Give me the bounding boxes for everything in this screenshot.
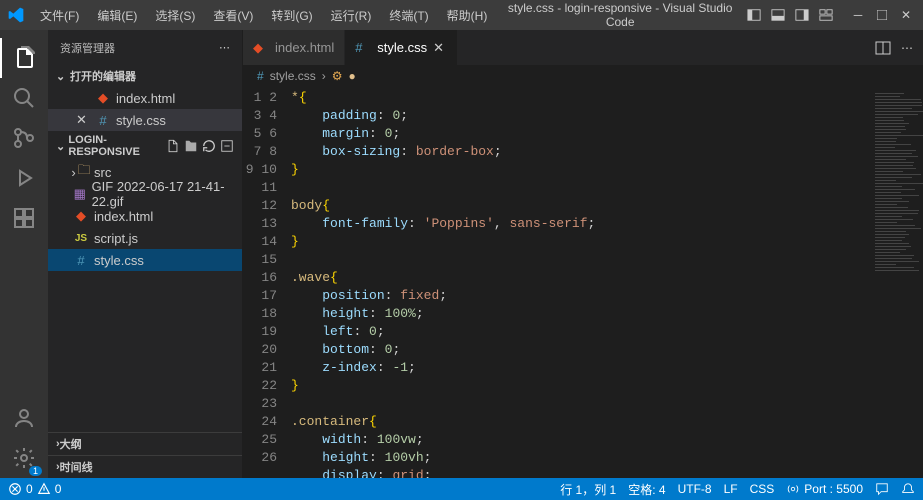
close-icon[interactable]: ✕ xyxy=(433,40,447,56)
collapse-icon[interactable] xyxy=(220,139,234,153)
more-icon[interactable]: ⋯ xyxy=(901,41,913,55)
tab-label: style.css xyxy=(377,40,427,55)
line-numbers: 1 2 3 4 5 6 7 8 9 10 11 12 13 14 15 16 1… xyxy=(243,87,291,478)
file-tree-item[interactable]: ▦GIF 2022-06-17 21-41-22.gif xyxy=(48,183,242,205)
file-name: style.css xyxy=(116,113,166,128)
chevron-down-icon: ⌄ xyxy=(56,70,70,83)
file-icon: ◆ xyxy=(72,208,90,224)
panel-left-icon[interactable] xyxy=(745,6,763,24)
file-icon: ◆ xyxy=(253,40,269,56)
file-icon: ▦ xyxy=(72,186,88,202)
file-icon: # xyxy=(72,253,90,268)
file-name: GIF 2022-06-17 21-41-22.gif xyxy=(92,179,234,209)
open-editor-item[interactable]: ✕# style.css xyxy=(48,109,242,131)
new-folder-icon[interactable] xyxy=(184,139,198,153)
window-title: style.css - login-responsive - Visual St… xyxy=(495,1,745,29)
more-icon[interactable]: ⋯ xyxy=(219,41,230,54)
file-icon: JS xyxy=(72,233,90,244)
activity-bar: 1 xyxy=(0,30,48,478)
menu-item[interactable]: 运行(R) xyxy=(323,3,380,28)
main-menu: 文件(F)编辑(E)选择(S)查看(V)转到(G)运行(R)终端(T)帮助(H) xyxy=(32,3,495,28)
close-icon[interactable]: ✕ xyxy=(76,112,92,128)
debug-icon[interactable] xyxy=(0,158,48,198)
file-name: style.css xyxy=(94,253,144,268)
breadcrumb[interactable]: # style.css › ⚙ ● xyxy=(243,65,923,87)
language-mode[interactable]: CSS xyxy=(750,482,775,496)
errors-item[interactable]: 0 0 xyxy=(8,482,61,496)
sidebar-header: 资源管理器 ⋯ xyxy=(48,30,242,65)
eol[interactable]: LF xyxy=(724,482,738,496)
menu-item[interactable]: 文件(F) xyxy=(32,3,87,28)
file-name: index.html xyxy=(116,91,175,106)
source-control-icon[interactable] xyxy=(0,118,48,158)
file-tree-item[interactable]: # style.css xyxy=(48,249,242,271)
layout-controls: ─ ✕ xyxy=(745,6,915,24)
menu-item[interactable]: 查看(V) xyxy=(205,3,261,28)
layout-icon[interactable] xyxy=(817,6,835,24)
close-icon[interactable]: ✕ xyxy=(897,6,915,24)
file-icon: ◆ xyxy=(94,90,112,106)
file-icon: # xyxy=(355,40,371,55)
panel-right-icon[interactable] xyxy=(793,6,811,24)
symbol-icon: ⚙ xyxy=(332,69,343,83)
menu-item[interactable]: 编辑(E) xyxy=(89,3,145,28)
account-icon[interactable] xyxy=(0,398,48,438)
titlebar: 文件(F)编辑(E)选择(S)查看(V)转到(G)运行(R)终端(T)帮助(H)… xyxy=(0,0,923,30)
editor-tab[interactable]: ◆ index.html xyxy=(243,30,345,65)
explorer-icon[interactable] xyxy=(0,38,48,78)
open-editors-section[interactable]: ⌄ 打开的编辑器 xyxy=(48,65,242,87)
outline-section[interactable]: › 大纲 xyxy=(48,432,242,455)
menu-item[interactable]: 选择(S) xyxy=(147,3,203,28)
file-icon: # xyxy=(94,113,112,128)
live-server-port[interactable]: Port : 5500 xyxy=(786,482,863,496)
file-tree-item[interactable]: JS script.js xyxy=(48,227,242,249)
settings-icon[interactable]: 1 xyxy=(0,438,48,478)
chevron-down-icon: ⌄ xyxy=(56,140,68,153)
tab-label: index.html xyxy=(275,40,334,55)
file-name: script.js xyxy=(94,231,138,246)
chevron-right-icon: › xyxy=(322,69,326,83)
panel-bottom-icon[interactable] xyxy=(769,6,787,24)
project-label: LOGIN-RESPONSIVE xyxy=(68,134,166,158)
cursor-position[interactable]: 行 1，列 1 xyxy=(560,481,616,498)
refresh-icon[interactable] xyxy=(202,139,216,153)
css-file-icon: # xyxy=(257,69,264,83)
menu-item[interactable]: 终端(T) xyxy=(381,3,436,28)
minimize-icon[interactable]: ─ xyxy=(849,6,867,24)
editor-tab[interactable]: # style.css ✕ xyxy=(345,30,458,65)
breadcrumb-file: style.css xyxy=(270,69,316,83)
project-section[interactable]: ⌄ LOGIN-RESPONSIVE xyxy=(48,131,242,161)
timeline-section[interactable]: › 时间线 xyxy=(48,455,242,478)
vscode-logo-icon xyxy=(8,7,24,23)
menu-item[interactable]: 转到(G) xyxy=(263,3,320,28)
notifications-icon[interactable] xyxy=(901,482,915,496)
editor-area: ◆ index.html # style.css ✕ ⋯ # style.css › ⚙… xyxy=(243,30,923,478)
sidebar-title: 资源管理器 xyxy=(60,40,115,56)
code-content[interactable]: *{ padding: 0; margin: 0; box-sizing: bo… xyxy=(291,87,868,478)
indentation[interactable]: 空格: 4 xyxy=(628,481,665,498)
feedback-icon[interactable] xyxy=(875,482,889,496)
minimap[interactable] xyxy=(868,87,923,478)
editor-tabs: ◆ index.html # style.css ✕ ⋯ xyxy=(243,30,923,65)
modified-indicator: ● xyxy=(348,69,355,83)
search-icon[interactable] xyxy=(0,78,48,118)
split-editor-icon[interactable] xyxy=(875,40,891,56)
editor-body[interactable]: 1 2 3 4 5 6 7 8 9 10 11 12 13 14 15 16 1… xyxy=(243,87,923,478)
open-editors-label: 打开的编辑器 xyxy=(70,68,136,84)
explorer-sidebar: 资源管理器 ⋯ ⌄ 打开的编辑器 ◆index.html✕#style.css … xyxy=(48,30,243,478)
status-bar: 0 0 行 1，列 1 空格: 4 UTF-8 LF CSS Port : 55… xyxy=(0,478,923,500)
file-name: index.html xyxy=(94,209,153,224)
file-icon: ›🗀 xyxy=(72,161,90,183)
timeline-label: 时间线 xyxy=(60,459,93,475)
outline-label: 大纲 xyxy=(60,436,82,452)
file-name: src xyxy=(94,165,111,180)
new-file-icon[interactable] xyxy=(166,139,180,153)
encoding[interactable]: UTF-8 xyxy=(678,482,712,496)
maximize-icon[interactable] xyxy=(873,6,891,24)
extensions-icon[interactable] xyxy=(0,198,48,238)
menu-item[interactable]: 帮助(H) xyxy=(439,3,496,28)
open-editor-item[interactable]: ◆ index.html xyxy=(48,87,242,109)
